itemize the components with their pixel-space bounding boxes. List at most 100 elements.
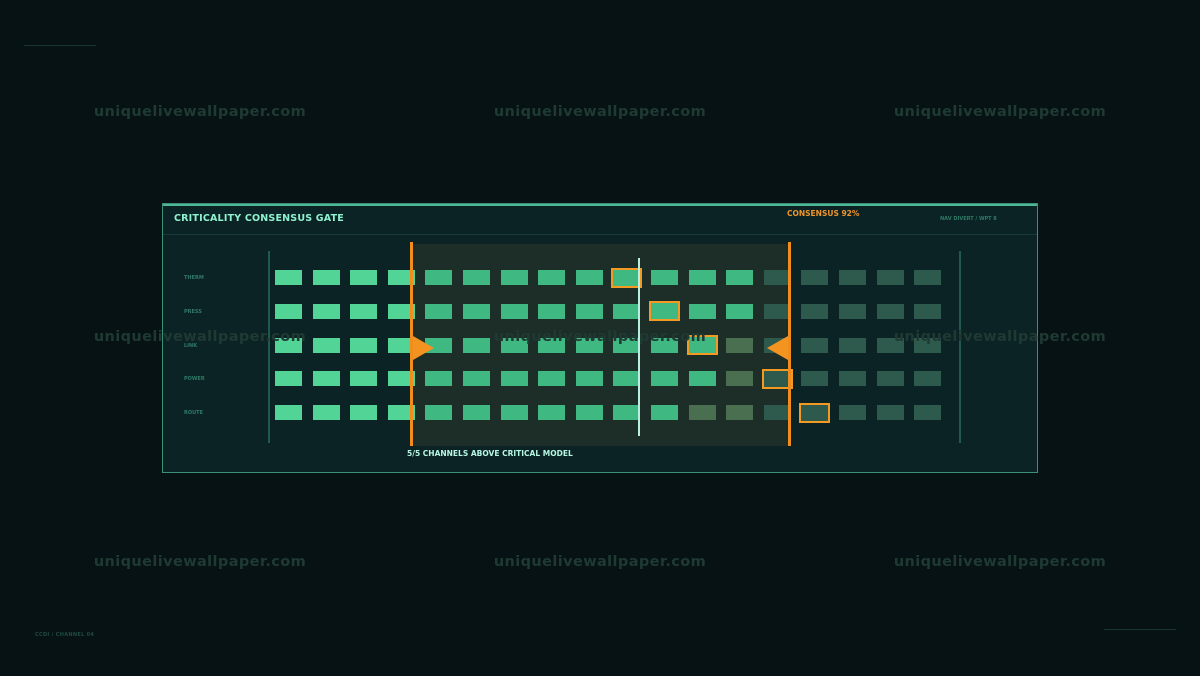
cell-press-4[interactable] [425, 303, 453, 319]
cell-route-6[interactable] [500, 405, 528, 421]
cell-power-15[interactable] [839, 371, 866, 387]
gate-right-line[interactable] [788, 242, 791, 446]
cell-route-15[interactable] [839, 405, 866, 421]
watermark: uniquelivewallpaper.com [893, 104, 1107, 120]
cell-press-9[interactable] [613, 303, 641, 319]
cell-power-7[interactable] [538, 371, 566, 387]
corner-accent-bottom-right [1104, 629, 1176, 630]
cell-therm-6[interactable] [500, 270, 528, 285]
cell-therm-11[interactable] [688, 270, 716, 285]
cell-route-9[interactable] [613, 405, 641, 421]
cell-link-9[interactable] [613, 337, 641, 353]
cell-route-13[interactable] [763, 405, 791, 421]
cell-press-11[interactable] [688, 303, 716, 319]
consensus-readout: CONSENSUS 92% [787, 209, 860, 218]
panel-top-accent [163, 204, 1037, 206]
cell-press-2[interactable] [350, 303, 378, 319]
cell-route-14[interactable] [799, 402, 831, 423]
criticality-panel: CRITICALITY CONSENSUS GATE CONSENSUS 92%… [162, 203, 1038, 473]
gate-right-handle-icon[interactable] [767, 336, 788, 360]
cell-therm-5[interactable] [463, 270, 490, 285]
cell-route-10[interactable] [651, 405, 678, 421]
cell-link-7[interactable] [538, 337, 566, 353]
cell-link-0[interactable] [275, 337, 302, 353]
cell-power-0[interactable] [275, 371, 302, 387]
cell-press-8[interactable] [575, 303, 603, 319]
screen: CCDI / CHANNEL 04 CRITICALITY CONSENSUS … [0, 0, 1200, 676]
cell-link-5[interactable] [463, 337, 490, 353]
cell-route-7[interactable] [538, 405, 566, 421]
cell-power-17[interactable] [914, 371, 942, 387]
left-rail [268, 251, 270, 443]
row-label-press: PRESS [184, 308, 202, 315]
panel-title: CRITICALITY CONSENSUS GATE [174, 213, 344, 224]
cell-power-5[interactable] [463, 371, 490, 387]
cell-link-1[interactable] [312, 337, 340, 353]
watermark: uniquelivewallpaper.com [93, 104, 307, 120]
cell-power-16[interactable] [876, 371, 904, 387]
cell-power-11[interactable] [688, 371, 716, 387]
cell-power-14[interactable] [801, 371, 829, 387]
cell-therm-1[interactable] [312, 270, 340, 285]
cell-press-10[interactable] [649, 301, 680, 322]
cell-press-16[interactable] [876, 303, 904, 319]
cell-therm-17[interactable] [914, 270, 942, 285]
cell-link-15[interactable] [839, 337, 866, 353]
critical-threshold-line [638, 258, 640, 436]
cell-press-15[interactable] [839, 303, 866, 319]
cell-link-17[interactable] [914, 337, 942, 353]
gate-left-handle-icon[interactable] [413, 336, 434, 360]
cell-press-14[interactable] [801, 303, 829, 319]
nav-divert-label: NAV DIVERT / WPT 8 [940, 216, 997, 222]
cell-therm-14[interactable] [801, 270, 829, 285]
cell-link-10[interactable] [651, 337, 678, 353]
cell-press-13[interactable] [763, 303, 791, 319]
cell-press-1[interactable] [312, 303, 340, 319]
cell-therm-2[interactable] [350, 270, 378, 285]
channels-status: 5/5 CHANNELS ABOVE CRITICAL MODEL [407, 449, 573, 458]
cell-press-7[interactable] [538, 303, 566, 319]
cell-power-1[interactable] [312, 371, 340, 387]
cell-link-8[interactable] [575, 337, 603, 353]
cell-route-1[interactable] [312, 405, 340, 421]
cell-press-17[interactable] [914, 303, 942, 319]
cell-therm-7[interactable] [538, 270, 566, 285]
cell-link-11[interactable] [686, 335, 718, 356]
cell-route-8[interactable] [575, 405, 603, 421]
cell-therm-13[interactable] [763, 270, 791, 285]
cell-therm-10[interactable] [651, 270, 678, 285]
cell-power-4[interactable] [425, 371, 453, 387]
cell-therm-12[interactable] [726, 270, 754, 285]
watermark: uniquelivewallpaper.com [893, 554, 1107, 570]
cell-link-2[interactable] [350, 337, 378, 353]
cell-therm-16[interactable] [876, 270, 904, 285]
cell-route-5[interactable] [463, 405, 490, 421]
cell-press-0[interactable] [275, 303, 302, 319]
cell-link-16[interactable] [876, 337, 904, 353]
cell-power-10[interactable] [651, 371, 678, 387]
cell-route-4[interactable] [425, 405, 453, 421]
cell-route-16[interactable] [876, 405, 904, 421]
cell-press-12[interactable] [726, 303, 754, 319]
cell-therm-0[interactable] [275, 270, 302, 285]
cell-route-0[interactable] [275, 405, 302, 421]
cell-power-12[interactable] [726, 371, 754, 387]
cell-therm-4[interactable] [425, 270, 453, 285]
watermark: uniquelivewallpaper.com [493, 104, 707, 120]
cell-power-9[interactable] [613, 371, 641, 387]
cell-route-2[interactable] [350, 405, 378, 421]
cell-power-6[interactable] [500, 371, 528, 387]
cell-power-8[interactable] [575, 371, 603, 387]
cell-link-6[interactable] [500, 337, 528, 353]
cell-route-17[interactable] [914, 405, 942, 421]
cell-therm-15[interactable] [839, 270, 866, 285]
cell-route-12[interactable] [726, 405, 754, 421]
cell-power-2[interactable] [350, 371, 378, 387]
cell-link-14[interactable] [801, 337, 829, 353]
cell-press-5[interactable] [463, 303, 490, 319]
cell-press-6[interactable] [500, 303, 528, 319]
corner-accent-top-left [24, 45, 96, 46]
cell-route-11[interactable] [688, 405, 716, 421]
cell-link-12[interactable] [726, 337, 754, 353]
cell-therm-8[interactable] [575, 270, 603, 285]
